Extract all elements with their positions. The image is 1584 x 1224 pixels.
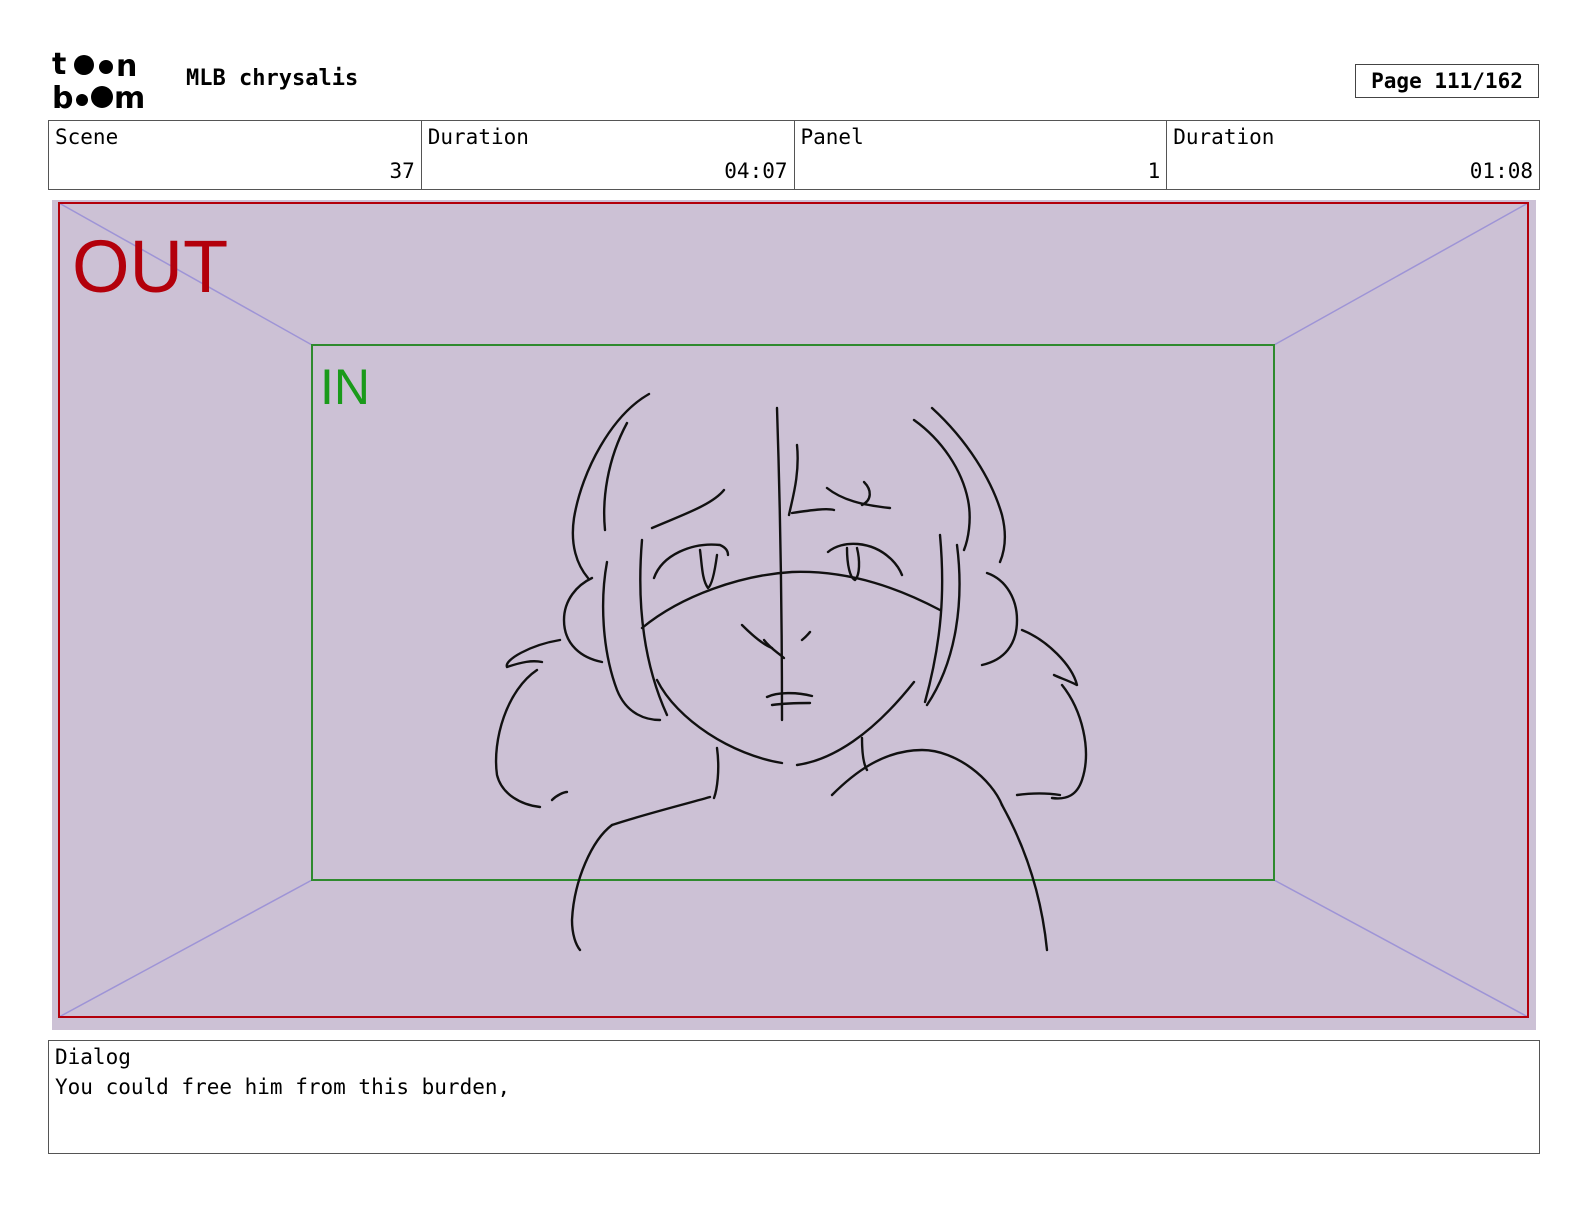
panel-duration-cell: Duration 01:08: [1167, 121, 1539, 189]
scene-value: 37: [389, 159, 415, 183]
svg-text:m: m: [114, 81, 145, 112]
in-label: IN: [320, 359, 370, 415]
out-label: OUT: [72, 225, 228, 308]
dialog-text: You could free him from this burden,: [55, 1075, 511, 1099]
panel-cell: Panel 1: [795, 121, 1168, 189]
svg-text:b: b: [52, 81, 73, 112]
dialog-box: Dialog You could free him from this burd…: [48, 1040, 1540, 1154]
svg-text:n: n: [116, 50, 137, 84]
scene-label: Scene: [55, 125, 119, 149]
panel-label: Panel: [800, 125, 864, 149]
page-indicator: Page 111/162: [1355, 64, 1539, 98]
toon-boom-logo: t n b m: [52, 50, 145, 112]
scene-duration-value: 04:07: [724, 159, 788, 183]
info-table: Scene 37 Duration 04:07 Panel 1 Duration…: [48, 120, 1540, 190]
svg-text:t: t: [52, 50, 66, 82]
panel-duration-value: 01:08: [1469, 159, 1533, 183]
scene-cell: Scene 37: [49, 121, 422, 189]
panel-duration-label: Duration: [1173, 125, 1275, 149]
storyboard-panel: OUT IN: [52, 200, 1536, 1030]
dialog-label: Dialog: [55, 1045, 131, 1069]
project-title: MLB chrysalis: [186, 66, 359, 91]
panel-value: 1: [1147, 159, 1161, 183]
scene-duration-cell: Duration 04:07: [422, 121, 795, 189]
scene-duration-label: Duration: [427, 125, 529, 149]
